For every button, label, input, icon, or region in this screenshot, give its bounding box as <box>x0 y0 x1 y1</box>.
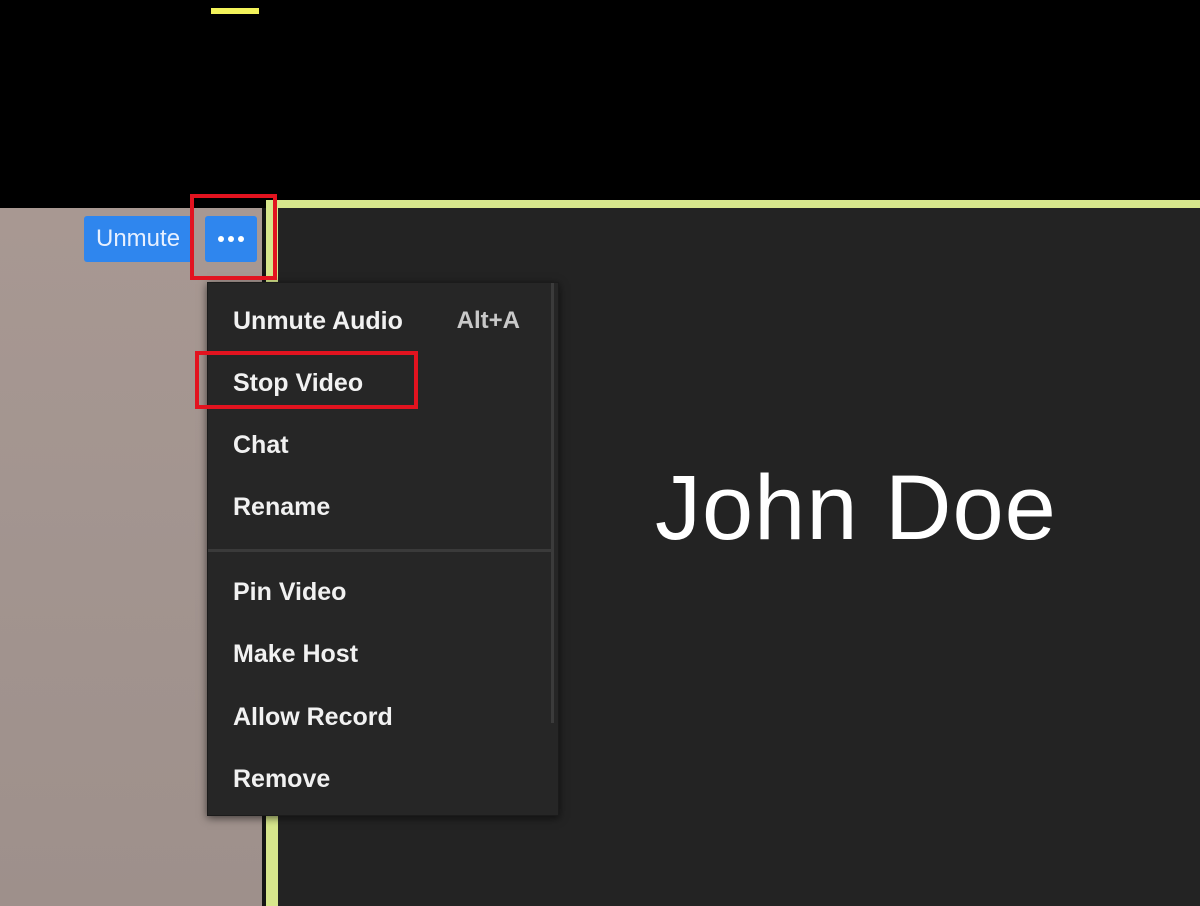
menu-item-pin-video[interactable]: Pin Video <box>233 567 538 617</box>
menu-item-label: Make Host <box>233 640 359 668</box>
menu-item-shortcut: Alt+A <box>456 307 520 334</box>
participant-name: John Doe <box>655 457 1057 559</box>
menu-item-allow-record[interactable]: Allow Record <box>233 692 538 742</box>
red-highlight-more-button <box>190 194 277 280</box>
menu-item-label: Rename <box>233 493 331 521</box>
menu-item-label: Allow Record <box>233 703 393 731</box>
menu-separator <box>208 549 552 552</box>
menu-item-label: Remove <box>233 765 331 793</box>
top-video-edge <box>211 8 259 14</box>
menu-item-remove[interactable]: Remove <box>233 754 538 804</box>
menu-item-label: Unmute Audio <box>233 307 403 335</box>
zoom-gallery-view: John Doe Unmute Unmute Audio Alt+A Stop … <box>0 0 1200 906</box>
menu-item-label: Chat <box>233 431 289 459</box>
menu-scrollbar[interactable] <box>551 283 554 723</box>
red-highlight-stop-video <box>195 351 418 409</box>
menu-item-rename[interactable]: Rename <box>233 482 538 532</box>
unmute-button[interactable]: Unmute <box>84 216 194 262</box>
menu-item-unmute-audio[interactable]: Unmute Audio Alt+A <box>233 296 538 346</box>
menu-item-make-host[interactable]: Make Host <box>233 629 538 679</box>
menu-item-chat[interactable]: Chat <box>233 420 538 470</box>
menu-item-label: Pin Video <box>233 578 347 606</box>
